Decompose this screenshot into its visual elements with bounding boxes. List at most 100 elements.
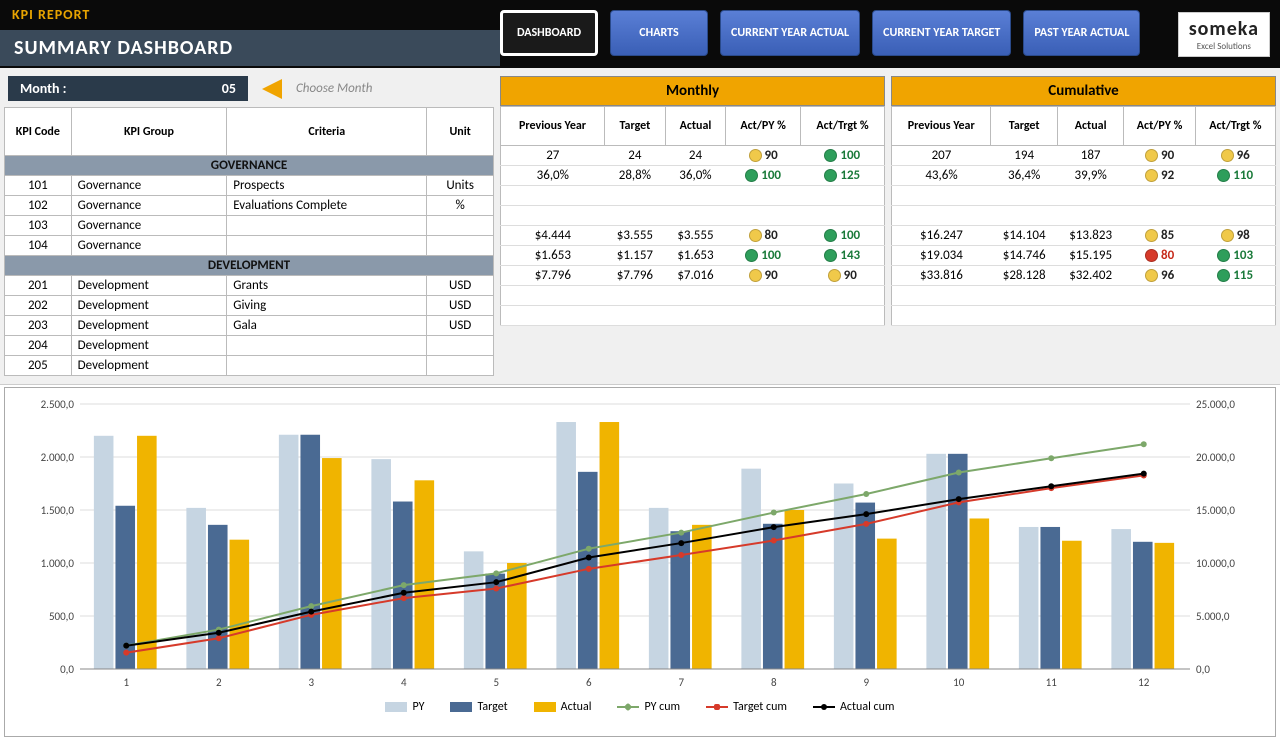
cell-actpy: 96 bbox=[1124, 266, 1195, 286]
cell-code: 101 bbox=[5, 176, 72, 196]
cell-criteria bbox=[227, 336, 427, 356]
status-dot bbox=[1221, 149, 1234, 162]
cell-actual: 24 bbox=[665, 146, 726, 166]
metric-row: $1.653 $1.157 $1.653 100 143 bbox=[501, 246, 885, 266]
cell-unit bbox=[427, 236, 494, 256]
cell-py: $7.796 bbox=[501, 266, 605, 286]
cell-code: 104 bbox=[5, 236, 72, 256]
nav-current-actual[interactable]: CURRENT YEAR ACTUAL bbox=[720, 10, 860, 56]
nav-past-actual[interactable]: PAST YEAR ACTUAL bbox=[1023, 10, 1140, 56]
month-selector[interactable]: Month : 05 bbox=[8, 76, 248, 101]
metric-row bbox=[892, 286, 1276, 306]
metric-row bbox=[892, 206, 1276, 226]
metric-row: $16.247 $14.104 $13.823 85 98 bbox=[892, 226, 1276, 246]
cell-actpy: 80 bbox=[726, 226, 801, 246]
svg-text:2.500,0: 2.500,0 bbox=[41, 398, 75, 411]
month-label: Month : bbox=[20, 80, 67, 97]
legend-pycum: PY cum bbox=[617, 700, 680, 714]
table-row[interactable]: 103 Governance bbox=[5, 216, 494, 236]
m-col-actual: Actual bbox=[665, 107, 726, 146]
cell-criteria: Evaluations Complete bbox=[227, 196, 427, 216]
cell-acttrg: 115 bbox=[1195, 266, 1275, 286]
cell-unit: USD bbox=[427, 296, 494, 316]
cell-target: 28,8% bbox=[605, 166, 666, 186]
c-col-acttrg: Act/Trgt % bbox=[1195, 107, 1275, 146]
kpi-list-panel: Month : 05 Choose Month KPI Code KPI Gro… bbox=[4, 76, 494, 376]
svg-text:8: 8 bbox=[771, 676, 777, 689]
status-dot bbox=[749, 229, 762, 242]
table-row[interactable]: 204 Development bbox=[5, 336, 494, 356]
cell-actual: $15.195 bbox=[1057, 246, 1123, 266]
cell-actual: 36,0% bbox=[665, 166, 726, 186]
cell-group: Governance bbox=[71, 236, 227, 256]
svg-text:1.500,0: 1.500,0 bbox=[41, 504, 75, 517]
status-dot bbox=[1145, 269, 1158, 282]
cell-unit: Units bbox=[427, 176, 494, 196]
svg-text:11: 11 bbox=[1046, 676, 1058, 689]
metric-row bbox=[501, 206, 885, 226]
table-row[interactable]: 205 Development bbox=[5, 356, 494, 376]
cell-actpy: 92 bbox=[1124, 166, 1195, 186]
svg-text:3: 3 bbox=[308, 676, 314, 689]
legend-target: Target bbox=[450, 700, 507, 714]
cell-target: $14.104 bbox=[991, 226, 1057, 246]
status-dot bbox=[745, 249, 758, 262]
metric-row: $19.034 $14.746 $15.195 80 103 bbox=[892, 246, 1276, 266]
svg-text:12: 12 bbox=[1138, 676, 1150, 689]
status-dot bbox=[745, 169, 758, 182]
nav-bar: DASHBOARD CHARTS CURRENT YEAR ACTUAL CUR… bbox=[500, 10, 1140, 56]
metric-row: 43,6% 36,4% 39,9% 92 110 bbox=[892, 166, 1276, 186]
svg-text:6: 6 bbox=[586, 676, 592, 689]
metric-row bbox=[501, 186, 885, 206]
cell-py: 43,6% bbox=[892, 166, 991, 186]
m-col-actpy: Act/PY % bbox=[726, 107, 801, 146]
svg-text:5.000,0: 5.000,0 bbox=[1196, 610, 1230, 623]
cell-group: Governance bbox=[71, 216, 227, 236]
cell-actual: 39,9% bbox=[1057, 166, 1123, 186]
cell-actual: $32.402 bbox=[1057, 266, 1123, 286]
legend-targetcum: Target cum bbox=[706, 700, 787, 714]
nav-charts[interactable]: CHARTS bbox=[610, 10, 708, 56]
cell-actual: 187 bbox=[1057, 146, 1123, 166]
c-col-actpy: Act/PY % bbox=[1124, 107, 1195, 146]
status-dot bbox=[1217, 269, 1230, 282]
cell-code: 102 bbox=[5, 196, 72, 216]
cell-unit: USD bbox=[427, 316, 494, 336]
nav-current-target[interactable]: CURRENT YEAR TARGET bbox=[872, 10, 1011, 56]
table-row[interactable]: 104 Governance bbox=[5, 236, 494, 256]
status-dot bbox=[1217, 169, 1230, 182]
cell-target: $7.796 bbox=[605, 266, 666, 286]
status-dot bbox=[1145, 229, 1158, 242]
logo-subtext: Excel Solutions bbox=[1189, 41, 1259, 52]
cell-acttrg: 96 bbox=[1195, 146, 1275, 166]
combo-chart: 0,0500,01.000,01.500,02.000,02.500,00,05… bbox=[4, 387, 1276, 737]
table-row[interactable]: 202 Development Giving USD bbox=[5, 296, 494, 316]
table-row[interactable]: 101 Governance Prospects Units bbox=[5, 176, 494, 196]
cell-unit bbox=[427, 336, 494, 356]
cell-unit bbox=[427, 356, 494, 376]
svg-text:2.000,0: 2.000,0 bbox=[41, 451, 75, 464]
kpi-table: KPI Code KPI Group Criteria Unit GOVERNA… bbox=[4, 107, 494, 376]
table-row[interactable]: 203 Development Gala USD bbox=[5, 316, 494, 336]
svg-text:10.000,0: 10.000,0 bbox=[1196, 557, 1235, 570]
cell-acttrg: 125 bbox=[801, 166, 885, 186]
status-dot bbox=[1145, 149, 1158, 162]
cell-py: 27 bbox=[501, 146, 605, 166]
chart-canvas: 0,0500,01.000,01.500,02.000,02.500,00,05… bbox=[13, 394, 1267, 694]
cell-code: 204 bbox=[5, 336, 72, 356]
page-subtitle: SUMMARY DASHBOARD bbox=[0, 30, 500, 66]
cell-actpy: 80 bbox=[1124, 246, 1195, 266]
cell-target: 194 bbox=[991, 146, 1057, 166]
table-row[interactable]: 201 Development Grants USD bbox=[5, 276, 494, 296]
m-col-py: Previous Year bbox=[501, 107, 605, 146]
cell-group: Development bbox=[71, 356, 227, 376]
cell-target: $1.157 bbox=[605, 246, 666, 266]
status-dot bbox=[824, 229, 837, 242]
col-criteria: Criteria bbox=[227, 108, 427, 156]
svg-text:4: 4 bbox=[401, 676, 407, 689]
cell-actual: $7.016 bbox=[665, 266, 726, 286]
svg-text:25.000,0: 25.000,0 bbox=[1196, 398, 1235, 411]
nav-dashboard[interactable]: DASHBOARD bbox=[500, 10, 598, 56]
table-row[interactable]: 102 Governance Evaluations Complete % bbox=[5, 196, 494, 216]
cell-code: 203 bbox=[5, 316, 72, 336]
